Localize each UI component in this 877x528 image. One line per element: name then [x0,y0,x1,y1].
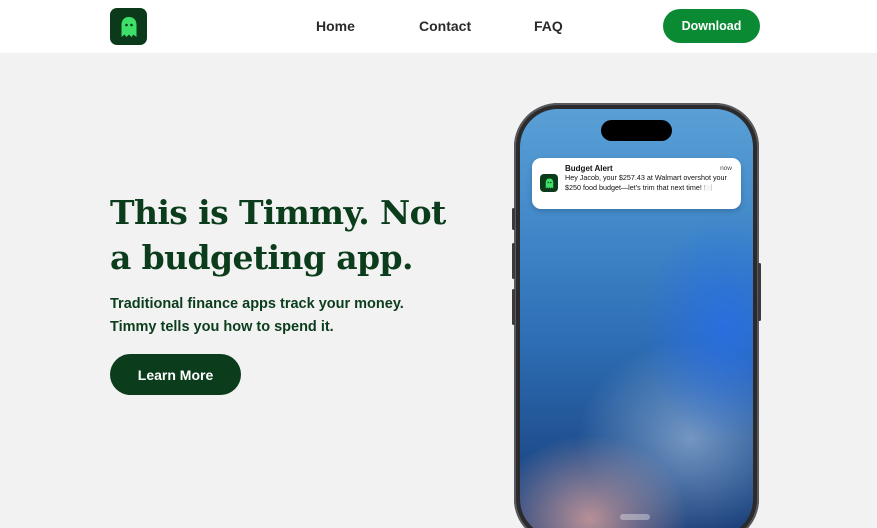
dynamic-island [601,120,672,141]
phone-volume-up-button [512,243,515,279]
nav-contact[interactable]: Contact [419,18,471,34]
notification-title: Budget Alert [565,164,613,173]
phone-power-button [758,263,761,321]
ghost-icon [545,178,553,188]
nav-home[interactable]: Home [316,18,355,34]
hero-subtitle: Traditional finance apps track your mone… [110,293,450,339]
notification-card[interactable]: Budget Alert now Hey Jacob, your $257.43… [532,158,741,209]
notification-app-icon [540,174,558,192]
notification-body: Hey Jacob, your $257.43 at Walmart overs… [565,173,727,192]
phone-side-button [512,208,515,230]
download-button[interactable]: Download [663,9,760,43]
phone-mockup: Budget Alert now Hey Jacob, your $257.43… [512,103,761,528]
home-indicator [620,514,650,520]
phone-screen: Budget Alert now Hey Jacob, your $257.43… [520,109,753,528]
site-header: Home Contact FAQ Download [0,0,877,53]
hero-title: This is Timmy. Not a budgeting app. [110,193,446,277]
notification-time: now [720,165,732,172]
hero-subtitle-line1: Traditional finance apps track your mone… [110,296,404,312]
learn-more-button[interactable]: Learn More [110,354,241,395]
phone-volume-down-button [512,289,515,325]
nav-faq[interactable]: FAQ [534,18,563,34]
logo[interactable] [110,8,147,45]
hero-subtitle-line2: Timmy tells you how to spend it. [110,319,334,335]
ghost-icon [121,16,136,37]
